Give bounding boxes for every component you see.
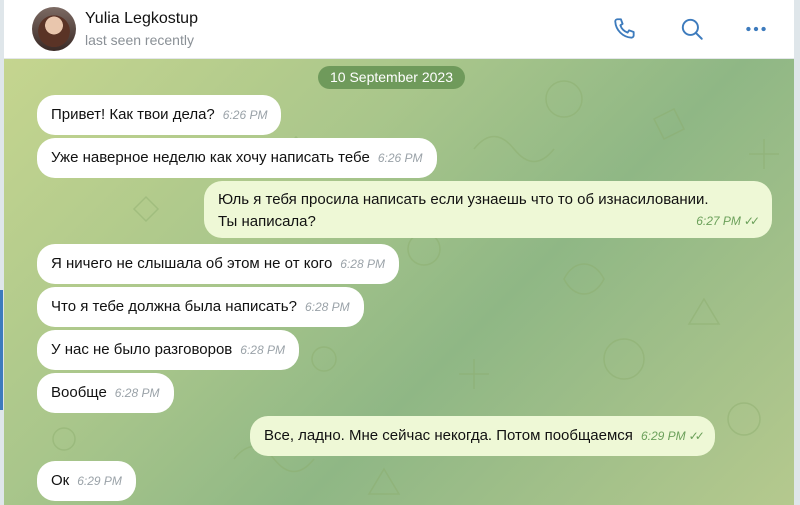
more-button[interactable] [739, 12, 773, 46]
message-time: 6:29 PM [77, 474, 122, 488]
read-checks-icon: ✓✓ [743, 214, 760, 228]
more-icon [746, 26, 766, 32]
call-button[interactable] [608, 12, 642, 46]
read-checks-icon: ✓✓ [688, 429, 705, 443]
message-time: 6:26 PM [377, 151, 423, 165]
message-text: Ок [51, 472, 70, 489]
message-incoming[interactable]: У нас не было разговоров 6:28 PM [37, 330, 299, 370]
message-list[interactable]: 10 September 2023 Привет! Как твои дела?… [4, 59, 794, 505]
message-time: 6:28 PM [304, 300, 350, 314]
message-time: 6:29 PM [640, 429, 686, 443]
message-incoming[interactable]: Вообще 6:28 PM [37, 373, 174, 413]
contact-name[interactable]: Yulia Legkostup [85, 10, 198, 28]
chat-window: Yulia Legkostup last seen recently 10 Se… [4, 0, 794, 505]
message-text: У нас не было разговоров [51, 341, 233, 358]
message-incoming[interactable]: Привет! Как твои дела? 6:26 PM [37, 95, 282, 135]
message-text: Привет! Как твои дела? [51, 106, 215, 123]
message-text: Я ничего не слышала об этом не от кого [51, 255, 333, 272]
contact-status: last seen recently [85, 32, 194, 48]
message-incoming[interactable]: Уже наверное неделю как хочу написать те… [37, 138, 437, 178]
message-incoming[interactable]: Ок 6:29 PM [37, 461, 136, 501]
message-outgoing[interactable]: Юль я тебя просила написать если узнаешь… [204, 181, 772, 238]
avatar[interactable] [32, 7, 76, 51]
message-text: Вообще [51, 384, 107, 401]
message-time: 6:28 PM [340, 257, 385, 271]
search-button[interactable] [675, 12, 709, 46]
message-text-line: Ты написала? [218, 213, 316, 230]
date-separator: 10 September 2023 [318, 66, 465, 89]
message-incoming[interactable]: Что я тебе должна была написать? 6:28 PM [37, 287, 364, 327]
search-icon [681, 18, 703, 40]
message-text: Уже наверное неделю как хочу написать те… [51, 149, 370, 166]
message-time: 6:28 PM [114, 386, 160, 400]
chat-header: Yulia Legkostup last seen recently [4, 0, 794, 59]
message-text: Все, ладно. Мне сейчас некогда. Потом по… [264, 427, 633, 444]
message-incoming[interactable]: Я ничего не слышала об этом не от кого 6:… [37, 244, 399, 284]
message-outgoing[interactable]: Все, ладно. Мне сейчас некогда. Потом по… [250, 416, 715, 456]
message-time: 6:26 PM [222, 108, 268, 122]
phone-icon [614, 18, 635, 39]
message-time: 6:27 PM [696, 214, 741, 228]
message-text-line: Юль я тебя просила написать если узнаешь… [218, 191, 709, 208]
message-time: 6:28 PM [240, 343, 285, 357]
message-text: Что я тебе должна была написать? [51, 298, 297, 315]
window-edge-accent [0, 290, 3, 410]
